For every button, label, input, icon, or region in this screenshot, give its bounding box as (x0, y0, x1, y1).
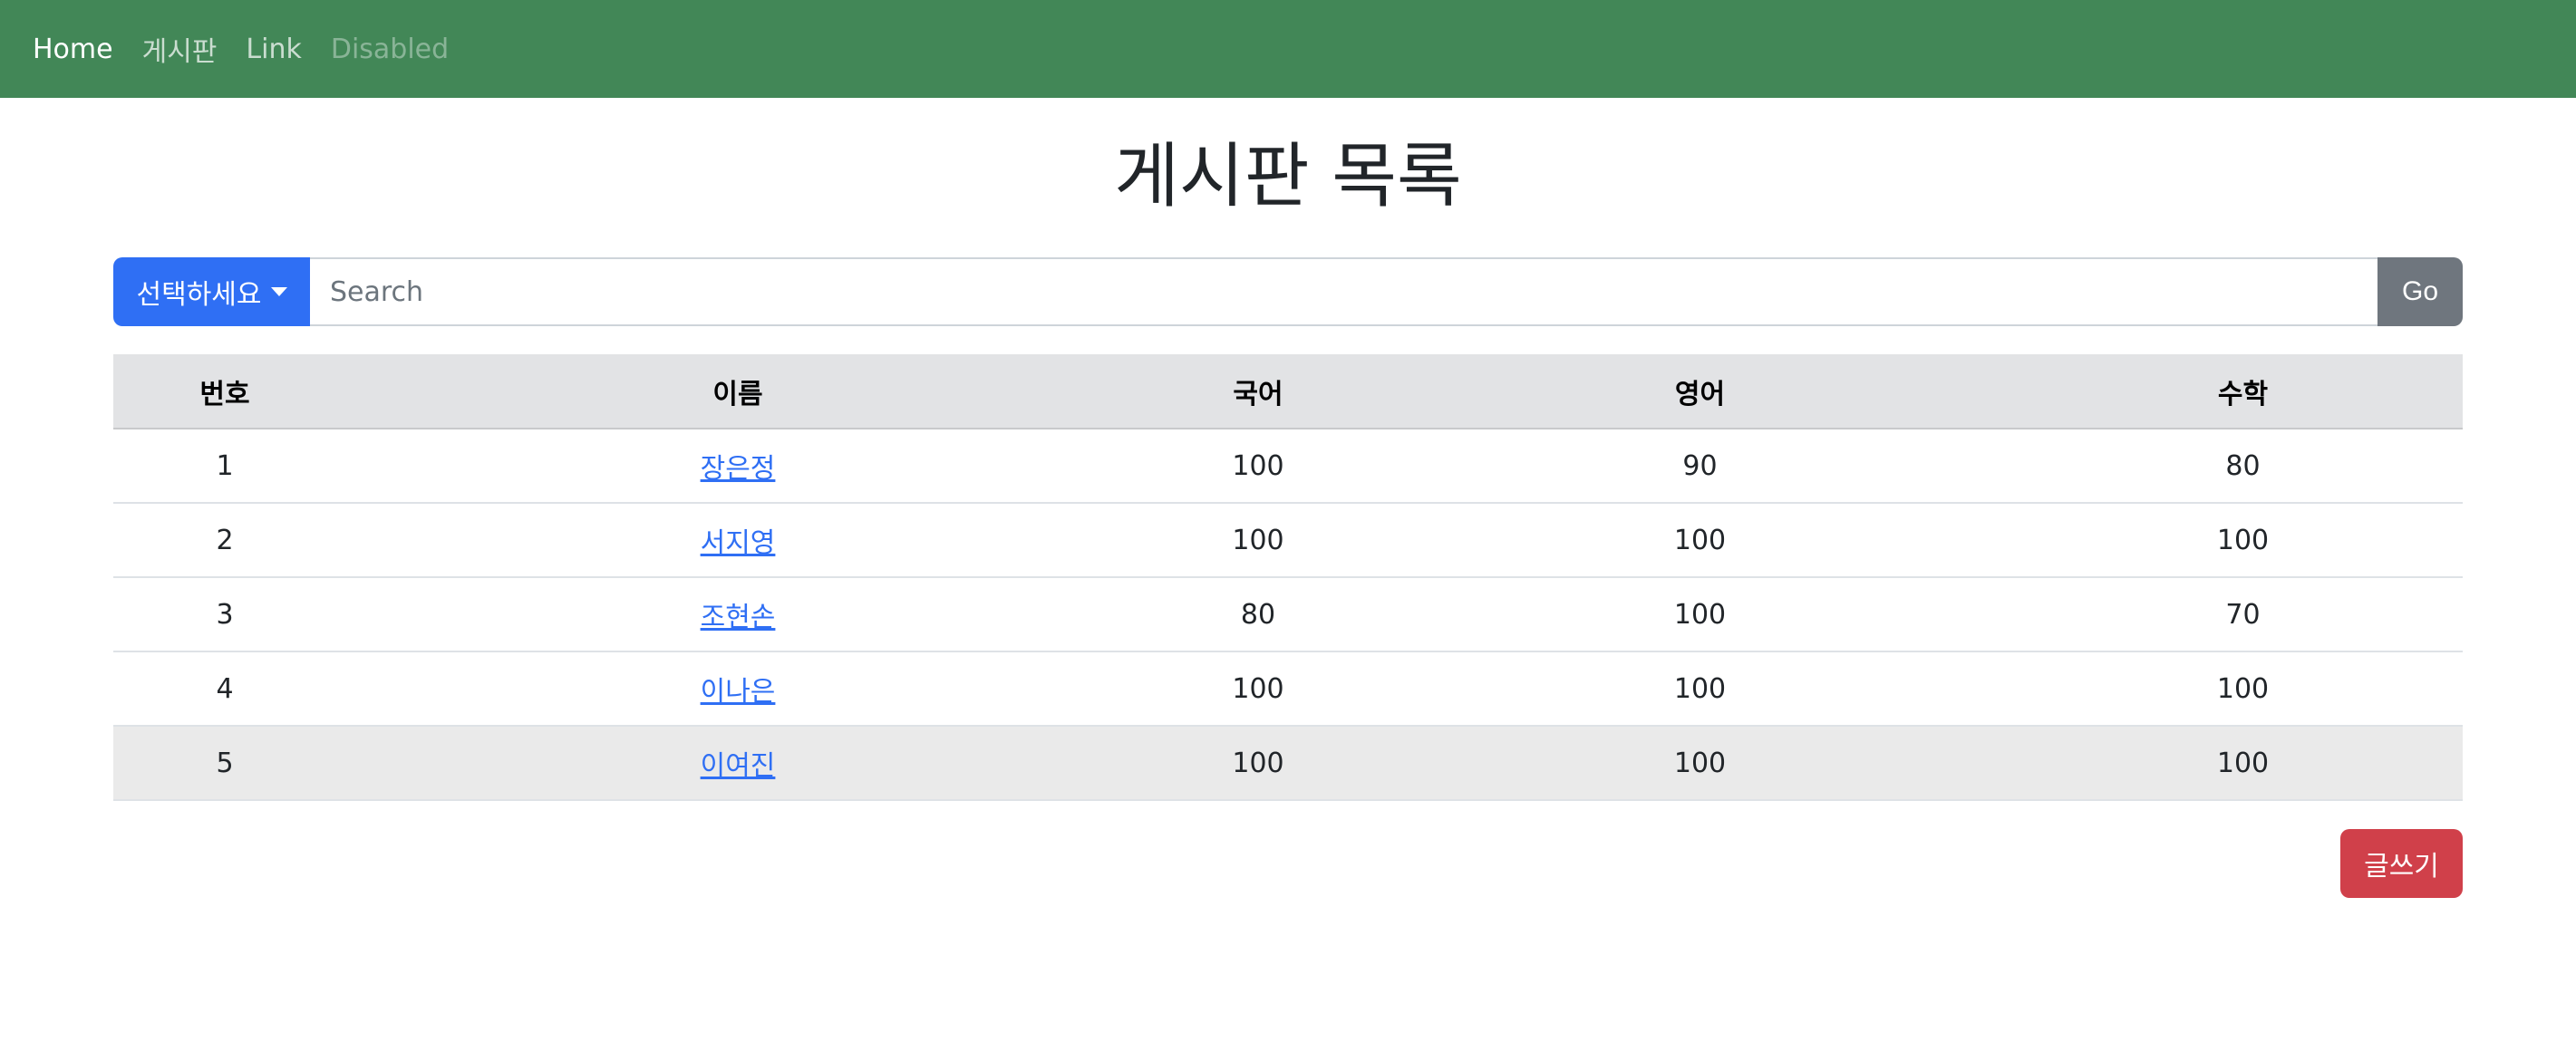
cell-math: 100 (2023, 726, 2463, 801)
cell-name: 장은정 (336, 429, 1139, 504)
cell-name: 서지영 (336, 503, 1139, 578)
header-english: 영어 (1377, 354, 2023, 429)
name-link[interactable]: 이나은 (701, 676, 776, 708)
page-title: 게시판 목록 (1114, 136, 1462, 217)
board-table: 번호 이름 국어 영어 수학 1 장은정 100 90 80 2 서지영 100… (113, 354, 2463, 801)
go-button[interactable]: Go (2377, 257, 2463, 326)
table-row: 2 서지영 100 100 100 (113, 503, 2463, 578)
cell-korean: 100 (1139, 429, 1377, 504)
cell-math: 100 (2023, 503, 2463, 578)
cell-number: 3 (113, 577, 336, 652)
cell-name: 조현손 (336, 577, 1139, 652)
cell-number: 2 (113, 503, 336, 578)
search-category-dropdown[interactable]: 선택하세요 (113, 257, 310, 326)
cell-english: 90 (1377, 429, 2023, 504)
caret-down-icon (270, 287, 287, 296)
nav-link-home[interactable]: Home (33, 34, 113, 65)
name-link[interactable]: 서지영 (701, 527, 776, 559)
header-name: 이름 (336, 354, 1139, 429)
cell-english: 100 (1377, 577, 2023, 652)
cell-name: 이여진 (336, 726, 1139, 801)
write-post-button[interactable]: 글쓰기 (2340, 829, 2463, 898)
cell-math: 70 (2023, 577, 2463, 652)
table-row: 4 이나은 100 100 100 (113, 651, 2463, 727)
cell-math: 80 (2023, 429, 2463, 504)
table-row: 3 조현손 80 100 70 (113, 577, 2463, 652)
name-link[interactable]: 조현손 (701, 602, 776, 633)
name-link[interactable]: 이여진 (701, 750, 776, 782)
cell-math: 100 (2023, 651, 2463, 727)
header-korean: 국어 (1139, 354, 1377, 429)
search-input[interactable] (310, 257, 2377, 326)
header-number: 번호 (113, 354, 336, 429)
nav-link-link[interactable]: Link (246, 34, 301, 65)
cell-number: 5 (113, 726, 336, 801)
table-header-row: 번호 이름 국어 영어 수학 (113, 354, 2463, 429)
name-link[interactable]: 장은정 (701, 453, 776, 485)
table-row: 1 장은정 100 90 80 (113, 429, 2463, 504)
cell-korean: 100 (1139, 503, 1377, 578)
dropdown-label: 선택하세요 (136, 280, 262, 310)
cell-number: 4 (113, 651, 336, 727)
table-row-highlighted: 5 이여진 100 100 100 (113, 726, 2463, 801)
cell-korean: 100 (1139, 726, 1377, 801)
cell-english: 100 (1377, 651, 2023, 727)
cell-number: 1 (113, 429, 336, 504)
nav-link-board[interactable]: 게시판 (142, 29, 218, 69)
top-navbar: Home 게시판 Link Disabled (0, 0, 2576, 98)
cell-english: 100 (1377, 503, 2023, 578)
search-group: 선택하세요 Go (113, 257, 2463, 326)
cell-name: 이나은 (336, 651, 1139, 727)
cell-korean: 80 (1139, 577, 1377, 652)
cell-english: 100 (1377, 726, 2023, 801)
nav-link-disabled: Disabled (330, 33, 450, 65)
header-math: 수학 (2023, 354, 2463, 429)
cell-korean: 100 (1139, 651, 1377, 727)
